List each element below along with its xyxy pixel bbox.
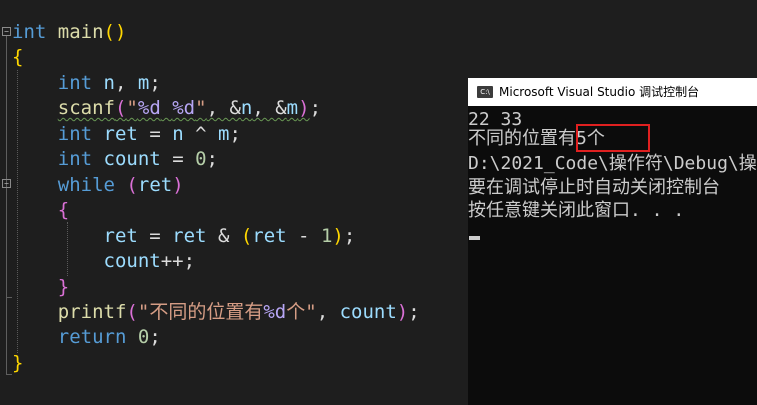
format-spec: %d xyxy=(263,301,287,323)
number: 1 xyxy=(320,225,333,247)
string: "%d %d" xyxy=(126,97,207,119)
variable: ret xyxy=(252,225,287,247)
code-line[interactable]: int ret = n ^ m; xyxy=(12,122,241,147)
function-name: scanf xyxy=(57,97,115,119)
function-name: main xyxy=(57,21,104,43)
console-output-line: 按任意键关闭此窗口. . . xyxy=(468,200,685,221)
variable: n xyxy=(172,123,184,145)
punct: } xyxy=(12,352,24,374)
variable: ret xyxy=(137,174,173,196)
punct: ( xyxy=(114,97,127,119)
code-line[interactable]: int count = 0; xyxy=(12,147,218,172)
code-line[interactable]: { xyxy=(12,198,69,223)
variable: m xyxy=(137,72,150,94)
code-line[interactable]: { xyxy=(12,45,23,70)
variable: m xyxy=(286,97,299,119)
console-title: Microsoft Visual Studio 调试控制台 xyxy=(499,85,700,99)
punct: () xyxy=(103,21,127,43)
string: "不同的位置有%d个" xyxy=(137,301,317,323)
code-line[interactable]: return 0; xyxy=(12,325,161,350)
punct: ( xyxy=(126,301,138,323)
punct: { xyxy=(57,199,70,221)
outline-bar xyxy=(6,188,7,297)
punct: ( xyxy=(126,174,138,196)
punct: ) xyxy=(332,225,344,247)
code-line[interactable]: int n, m; xyxy=(12,71,161,96)
punct: { xyxy=(12,46,24,68)
code-line[interactable]: while (ret) xyxy=(12,173,184,198)
code-line[interactable]: int main() xyxy=(12,20,126,45)
collapse-icon[interactable]: − xyxy=(2,179,11,188)
punct: ) xyxy=(298,97,310,119)
code-line[interactable]: count++; xyxy=(12,249,196,274)
variable: n xyxy=(240,97,253,119)
keyword: int xyxy=(12,21,47,43)
variable: count xyxy=(339,301,397,323)
variable: ret xyxy=(172,225,207,247)
console-title-bar[interactable]: C:\ Microsoft Visual Studio 调试控制台 xyxy=(468,78,757,106)
keyword: while xyxy=(57,174,115,196)
debug-console-window[interactable]: C:\ Microsoft Visual Studio 调试控制台 22 33 … xyxy=(468,78,757,405)
variable: count xyxy=(103,148,161,170)
text-cursor xyxy=(469,236,480,240)
keyword: int xyxy=(57,148,93,170)
code-line[interactable]: } xyxy=(12,275,69,300)
function-name: printf xyxy=(57,301,127,323)
code-line[interactable]: } xyxy=(12,351,23,376)
punct: } xyxy=(57,276,70,298)
variable: ret xyxy=(103,123,138,145)
keyword: int xyxy=(57,123,93,145)
variable: count xyxy=(103,250,161,272)
variable: ret xyxy=(103,225,138,247)
number: 0 xyxy=(137,326,150,348)
punct: ( xyxy=(240,225,253,247)
keyword: return xyxy=(57,326,127,348)
format-spec: %d xyxy=(137,97,161,119)
highlight-annotation-box xyxy=(576,124,650,152)
console-output-line: D:\2021_Code\操作符\Debug\操 xyxy=(468,153,757,174)
punct: ) xyxy=(172,174,184,196)
code-line[interactable]: printf("不同的位置有%d个", count); xyxy=(12,300,420,325)
console-app-icon: C:\ xyxy=(477,86,493,98)
punct: ) xyxy=(396,301,409,323)
string-text: 不同的位置有 xyxy=(149,301,264,323)
code-line[interactable]: scanf("%d %d", &n, &m); xyxy=(12,96,321,121)
variable: n xyxy=(103,72,115,94)
collapse-icon[interactable]: − xyxy=(2,27,11,36)
variable: m xyxy=(217,123,230,145)
code-line[interactable]: ret = ret & (ret - 1); xyxy=(12,224,356,249)
number: 0 xyxy=(195,148,207,170)
warning-squiggle: scanf("%d %d", &n, &m) xyxy=(57,97,310,119)
keyword: int xyxy=(57,72,93,94)
format-spec: %d xyxy=(172,97,196,119)
console-output-line: 要在调试停止时自动关闭控制台 xyxy=(468,177,720,198)
string-text: 个 xyxy=(286,301,306,323)
